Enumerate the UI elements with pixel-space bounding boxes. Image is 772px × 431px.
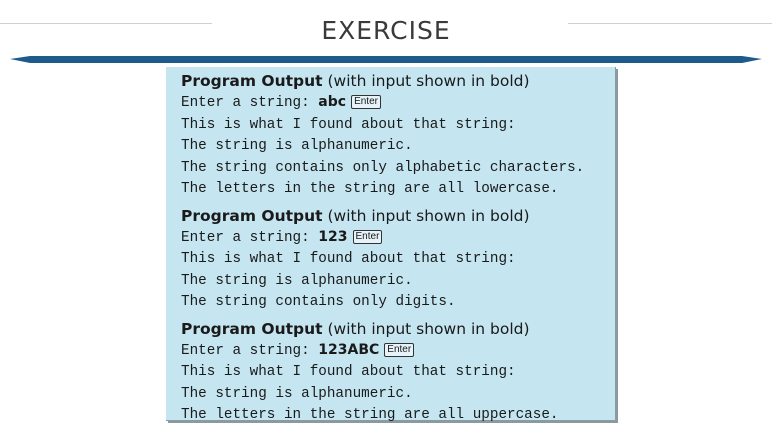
user-input: 123ABC [318,341,380,358]
program-output-panel: Program Output (with input shown in bold… [166,67,616,423]
prompt-text: Enter a string: [181,229,319,246]
enter-key-icon: Enter [352,229,383,244]
section-heading-bold: Program Output [181,206,323,225]
prompt-line: Enter a string: abc Enter [181,92,615,115]
user-input: abc [318,94,347,110]
output-section-2: Program Output (with input shown in bold… [181,205,615,314]
section-heading-rest: (with input shown in bold) [322,72,530,90]
enter-key-icon: Enter [384,342,415,357]
title-underline-bar [10,56,762,63]
output-line: The letters in the string are all lowerc… [181,181,559,197]
output-line: This is what I found about that string: [181,116,516,133]
output-line: The string is alphanumeric. [181,385,413,402]
output-line: This is what I found about that string: [181,364,516,380]
slide-title: EXERCISE [321,16,451,45]
section-heading-bold: Program Output [181,319,323,338]
enter-key-icon: Enter [351,95,381,109]
user-input: 123 [318,228,348,245]
output-line: The string is alphanumeric. [181,138,413,154]
output-line: The string contains only alphabetic char… [181,159,585,176]
section-heading: Program Output (with input shown in bold… [181,70,615,92]
section-heading-rest: (with input shown in bold) [322,319,530,338]
output-line: This is what I found about that string: [181,251,516,267]
prompt-text: Enter a string: [181,342,319,359]
output-line: The string is alphanumeric. [181,272,413,289]
section-heading: Program Output (with input shown in bold… [181,318,615,340]
prompt-line: Enter a string: 123ABC Enter [181,340,615,363]
output-section-3: Program Output (with input shown in bold… [181,318,615,427]
output-section-1: Program Output (with input shown in bold… [181,70,615,201]
section-heading: Program Output (with input shown in bold… [181,205,615,227]
prompt-line: Enter a string: 123 Enter [181,227,615,250]
section-heading-rest: (with input shown in bold) [322,206,530,225]
output-line: The string contains only digits. [181,294,456,310]
prompt-text: Enter a string: [181,95,319,111]
output-line: The letters in the string are all upperc… [181,407,559,423]
section-heading-bold: Program Output [181,72,323,90]
